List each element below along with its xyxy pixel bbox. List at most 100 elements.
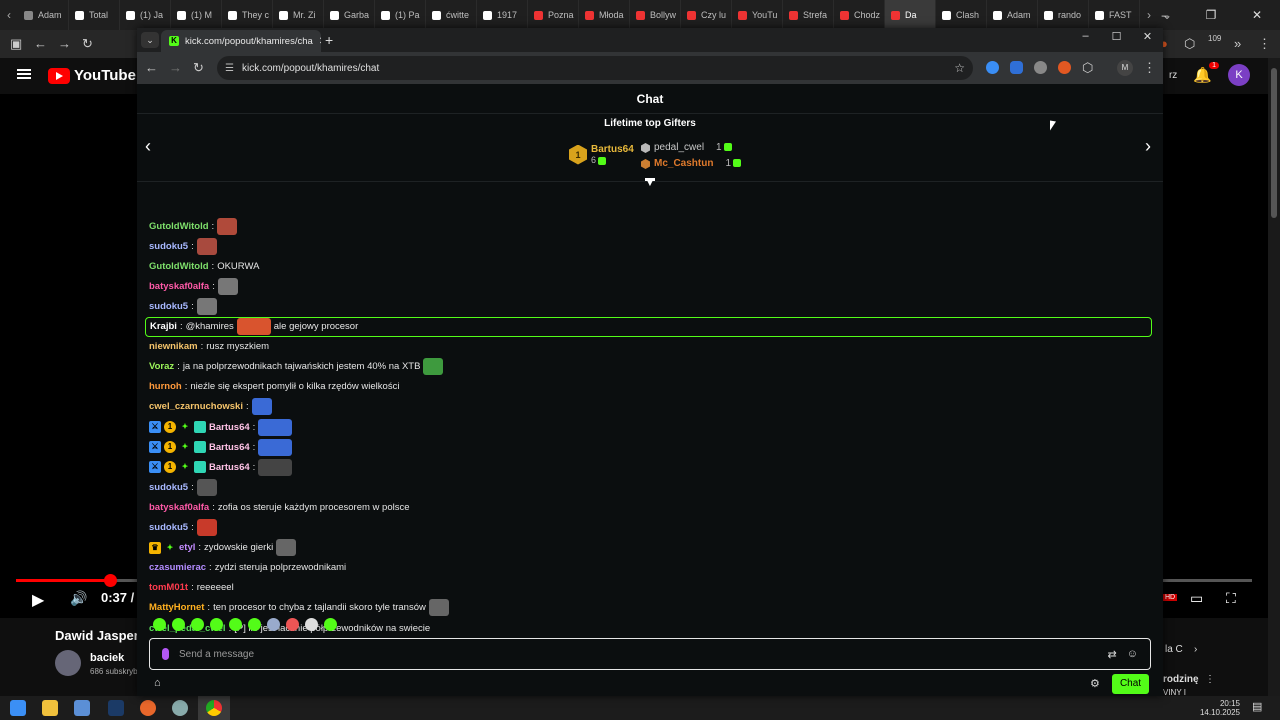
close-button[interactable]: ✕ xyxy=(1234,8,1280,22)
notifications-bell-icon[interactable]: 🔔 1 xyxy=(1193,62,1219,84)
tab-search-icon[interactable]: ⌄ xyxy=(141,32,159,48)
chat-username[interactable]: tomM01t xyxy=(149,582,188,593)
chat-username[interactable]: sudoku5 xyxy=(149,301,188,312)
minimize-button[interactable]: – xyxy=(1142,8,1188,22)
new-tab-icon[interactable]: + xyxy=(325,32,333,48)
background-tab[interactable]: Strefa xyxy=(783,0,834,30)
chat-message[interactable]: niewnikam: rusz myszkiem xyxy=(149,337,269,357)
store-icon[interactable]: ⌂ xyxy=(154,677,161,689)
chat-username[interactable]: batyskaf0alfa xyxy=(149,281,209,292)
chat-message[interactable]: MattyHornet: ten procesor to chyba z tajl… xyxy=(149,598,449,618)
gifter-row[interactable]: pedal_cwel 1 xyxy=(641,140,741,156)
file-explorer-icon[interactable] xyxy=(42,700,58,716)
emote-icon[interactable] xyxy=(191,618,204,631)
popout-forward-icon[interactable]: → xyxy=(169,60,182,75)
hamburger-menu-icon[interactable] xyxy=(17,69,31,79)
start-icon[interactable] xyxy=(10,700,26,716)
recommendation-title[interactable]: rodzinę xyxy=(1163,674,1199,685)
send-chat-button[interactable]: Chat xyxy=(1112,674,1149,694)
background-tab[interactable]: Garba xyxy=(324,0,375,30)
chat-message[interactable]: sudoku5: xyxy=(149,518,217,538)
scrollbar-thumb[interactable] xyxy=(1271,68,1277,218)
chat-message[interactable]: GutoldWitold: OKURWA xyxy=(149,256,259,276)
microphone-icon[interactable] xyxy=(162,648,169,660)
chat-username[interactable]: czasumierac xyxy=(149,562,206,573)
restore-button[interactable]: ❐ xyxy=(1188,8,1234,22)
translate-icon[interactable]: ⇄ xyxy=(1108,648,1117,661)
popout-tab[interactable]: K kick.com/popout/khamires/cha ✕ xyxy=(161,30,321,52)
popout-menu-icon[interactable]: ⋮ xyxy=(1143,60,1156,76)
chat-username[interactable]: niewnikam xyxy=(149,341,198,352)
popout-back-icon[interactable]: ← xyxy=(145,60,158,75)
popout-close-button[interactable]: ✕ xyxy=(1132,30,1163,43)
chip-scroll-right-icon[interactable]: › xyxy=(1194,644,1197,655)
chat-message[interactable]: batyskaf0alfa: xyxy=(149,276,238,296)
chat-message[interactable]: ⚔ 1 ✦ Bartus64: xyxy=(149,417,293,437)
popout-maximize-button[interactable]: ☐ xyxy=(1101,30,1132,43)
channel-avatar[interactable] xyxy=(55,650,81,676)
emote-icon[interactable] xyxy=(248,618,261,631)
overflow-chevron-icon[interactable]: » xyxy=(1234,36,1241,51)
emote-icon[interactable] xyxy=(153,618,166,631)
fullscreen-icon[interactable]: ⛶ xyxy=(1226,590,1236,607)
extension-blue-icon[interactable] xyxy=(986,61,999,74)
chat-message[interactable]: GutoldWitold: xyxy=(149,216,238,236)
extension-gray-icon[interactable] xyxy=(1034,61,1047,74)
background-tab[interactable]: Bollyw xyxy=(630,0,681,30)
emote-icon[interactable] xyxy=(324,618,337,631)
system-tray-clock[interactable]: 20:15 14.10.2025 xyxy=(1200,699,1240,717)
tab-scroll-left-icon[interactable]: ‹ xyxy=(0,8,18,22)
chat-username[interactable]: GutoldWitold xyxy=(149,261,209,272)
chat-message[interactable]: ♛ ✦ etyl: zydowskie gierki xyxy=(149,538,297,558)
steam-icon[interactable] xyxy=(108,700,124,716)
profile-avatar[interactable]: M xyxy=(1117,60,1133,76)
chat-username[interactable]: sudoku5 xyxy=(149,482,188,493)
chat-message[interactable]: ⚔ 1 ✦ Bartus64: xyxy=(149,457,293,477)
firefox-icon[interactable] xyxy=(140,700,156,716)
background-tab[interactable]: YouTu xyxy=(732,0,783,30)
background-tab[interactable]: (1) Ja xyxy=(120,0,171,30)
background-tab[interactable]: Młoda xyxy=(579,0,630,30)
site-info-icon[interactable]: ☰ xyxy=(225,63,234,74)
chat-username[interactable]: sudoku5 xyxy=(149,522,188,533)
chat-username[interactable]: hurnoh xyxy=(149,381,182,392)
chat-username[interactable]: Bartus64 xyxy=(209,462,250,473)
emoji-picker-icon[interactable]: ☺ xyxy=(1127,648,1138,660)
youtube-logo[interactable]: YouTube PL xyxy=(48,67,149,84)
background-tab[interactable]: Chodz xyxy=(834,0,885,30)
chat-username[interactable]: etyl xyxy=(179,542,195,553)
account-avatar[interactable]: K xyxy=(1228,64,1250,86)
chat-username[interactable]: batyskaf0alfa xyxy=(149,502,209,513)
notification-center-icon[interactable]: ▤ xyxy=(1252,700,1262,713)
chat-message[interactable]: sudoku5: xyxy=(149,477,217,497)
sidebar-icon[interactable]: ▣ xyxy=(10,36,22,52)
chat-message[interactable]: batyskaf0alfa: zofia os steruje każdym pr… xyxy=(149,497,410,517)
emote-icon[interactable] xyxy=(210,618,223,631)
gifters-prev-icon[interactable]: ‹ xyxy=(145,136,151,157)
background-tab[interactable]: Total xyxy=(69,0,120,30)
extension-counter-icon[interactable]: 109 xyxy=(1208,34,1221,43)
background-tab[interactable]: 1917 xyxy=(477,0,528,30)
tab-close-icon[interactable]: ✕ xyxy=(319,36,321,47)
background-tab[interactable]: FAST xyxy=(1089,0,1140,30)
chat-username[interactable]: Voraz xyxy=(149,361,174,372)
collapse-gifters-icon[interactable]: ▬ ▼ xyxy=(644,174,656,189)
chat-username[interactable]: MattyHornet xyxy=(149,602,204,613)
theater-mode-icon[interactable]: ▭ xyxy=(1190,590,1203,607)
popout-minimize-button[interactable]: – xyxy=(1070,30,1101,43)
url-bar[interactable]: ☰ kick.com/popout/khamires/chat ☆ xyxy=(217,56,973,80)
chat-message[interactable]: ⚔ 1 ✦ Bartus64: xyxy=(149,437,293,457)
background-tab[interactable]: Adam xyxy=(18,0,69,30)
play-icon[interactable]: ▶ xyxy=(32,590,44,610)
background-tab[interactable]: Czy lu xyxy=(681,0,732,30)
background-tab[interactable]: Pozna xyxy=(528,0,579,30)
extension-drop-icon[interactable] xyxy=(1010,61,1023,74)
top-gifter[interactable]: 1 Bartus64 6 xyxy=(569,144,634,165)
volume-icon[interactable]: 🔊 xyxy=(70,590,87,607)
back-icon[interactable]: ← xyxy=(34,36,47,51)
chat-username[interactable]: Bartus64 xyxy=(209,422,250,433)
background-tab[interactable]: (1) M xyxy=(171,0,222,30)
recommendation-chip[interactable]: la C xyxy=(1165,644,1183,655)
emote-icon[interactable] xyxy=(286,618,299,631)
background-tab[interactable]: Mr. Zi xyxy=(273,0,324,30)
